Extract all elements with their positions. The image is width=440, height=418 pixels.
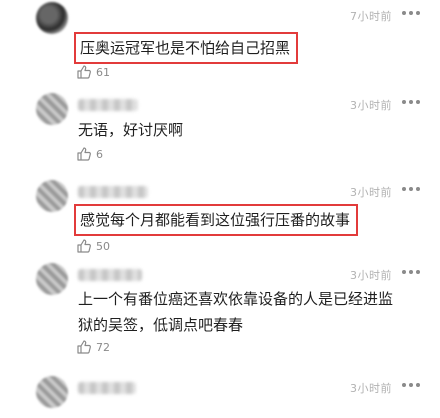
like-button[interactable]: 72 <box>76 338 110 356</box>
username-blurred <box>78 186 148 198</box>
like-count: 72 <box>96 340 110 354</box>
comment-time: 7小时前 <box>350 10 392 23</box>
like-count: 61 <box>96 65 110 79</box>
comment-time: 3小时前 <box>350 99 392 112</box>
comment-text: 无语，好讨厌啊 <box>78 121 184 139</box>
more-dots-icon[interactable] <box>402 182 420 196</box>
comment-time: 3小时前 <box>350 269 392 282</box>
like-button[interactable]: 61 <box>76 63 110 81</box>
like-button[interactable]: 6 <box>76 145 103 163</box>
avatar[interactable] <box>36 376 68 408</box>
more-dots-icon[interactable] <box>402 265 420 279</box>
like-count: 6 <box>96 147 103 161</box>
comment-text: 感觉每个月都能看到这位强行压番的故事 <box>74 204 359 236</box>
comment-time: 3小时前 <box>350 186 392 199</box>
comment-time: 3小时前 <box>350 382 392 395</box>
comment-text: 压奥运冠军也是不怕给自己招黑 <box>74 32 299 64</box>
avatar[interactable] <box>36 263 68 295</box>
like-button[interactable]: 50 <box>76 237 110 255</box>
thumbs-up-icon <box>77 340 91 354</box>
thumbs-up-icon <box>77 147 91 161</box>
more-dots-icon[interactable] <box>402 378 420 392</box>
avatar[interactable] <box>36 93 68 125</box>
username-blurred <box>78 269 142 281</box>
username-blurred <box>78 382 136 394</box>
avatar[interactable] <box>36 180 68 212</box>
like-count: 50 <box>96 239 110 253</box>
comment-header: 3小时前 <box>0 376 440 412</box>
thumbs-up-icon <box>77 239 91 253</box>
more-dots-icon[interactable] <box>402 95 420 109</box>
comment-header: 3小时前 <box>0 93 440 129</box>
thumbs-up-icon <box>77 65 91 79</box>
username-blurred <box>78 99 138 111</box>
comment-text: 上一个有番位癌还喜欢依靠设备的人是已经进监狱的吴签，低调点吧春春 <box>78 290 394 334</box>
avatar[interactable] <box>36 2 68 34</box>
more-dots-icon[interactable] <box>402 6 420 20</box>
